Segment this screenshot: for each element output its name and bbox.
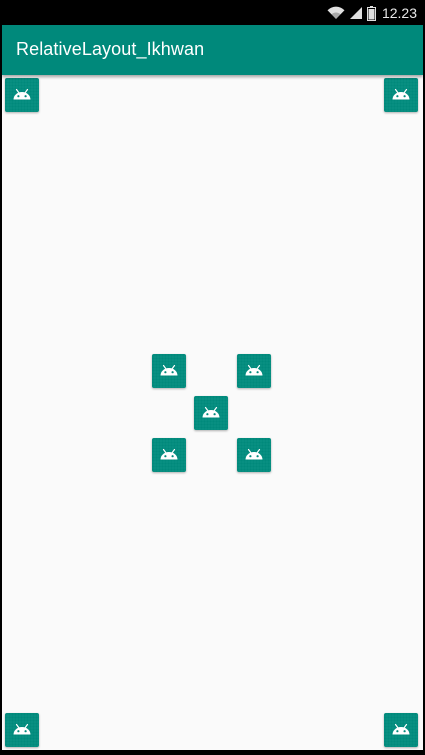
signal-icon <box>349 7 362 19</box>
status-bar: 12.23 <box>0 0 425 25</box>
image-center-lower-left <box>152 438 186 472</box>
android-launcher-icon <box>152 354 186 388</box>
image-center <box>194 396 228 430</box>
android-launcher-icon <box>237 354 271 388</box>
android-launcher-icon <box>194 396 228 430</box>
android-launcher-icon <box>5 78 39 112</box>
android-launcher-icon <box>384 78 418 112</box>
battery-icon <box>366 5 376 21</box>
image-top-left <box>5 78 39 112</box>
phone-screen: 12.23 RelativeLayout_Ikhwan <box>0 0 425 755</box>
status-icons: 12.23 <box>327 3 417 23</box>
app-title: RelativeLayout_Ikhwan <box>16 39 205 59</box>
android-launcher-icon <box>152 438 186 472</box>
image-center-upper-right <box>237 354 271 388</box>
android-launcher-icon <box>384 713 418 747</box>
image-center-lower-right <box>237 438 271 472</box>
wifi-icon <box>327 6 345 20</box>
content-area <box>2 75 423 750</box>
app-bar: RelativeLayout_Ikhwan <box>2 25 423 75</box>
status-time: 12.23 <box>381 5 417 21</box>
android-launcher-icon <box>237 438 271 472</box>
android-launcher-icon <box>5 713 39 747</box>
image-bottom-left <box>5 713 39 747</box>
screen-bottom-edge <box>0 750 425 755</box>
image-bottom-right <box>384 713 418 747</box>
image-center-upper-left <box>152 354 186 388</box>
image-top-right <box>384 78 418 112</box>
